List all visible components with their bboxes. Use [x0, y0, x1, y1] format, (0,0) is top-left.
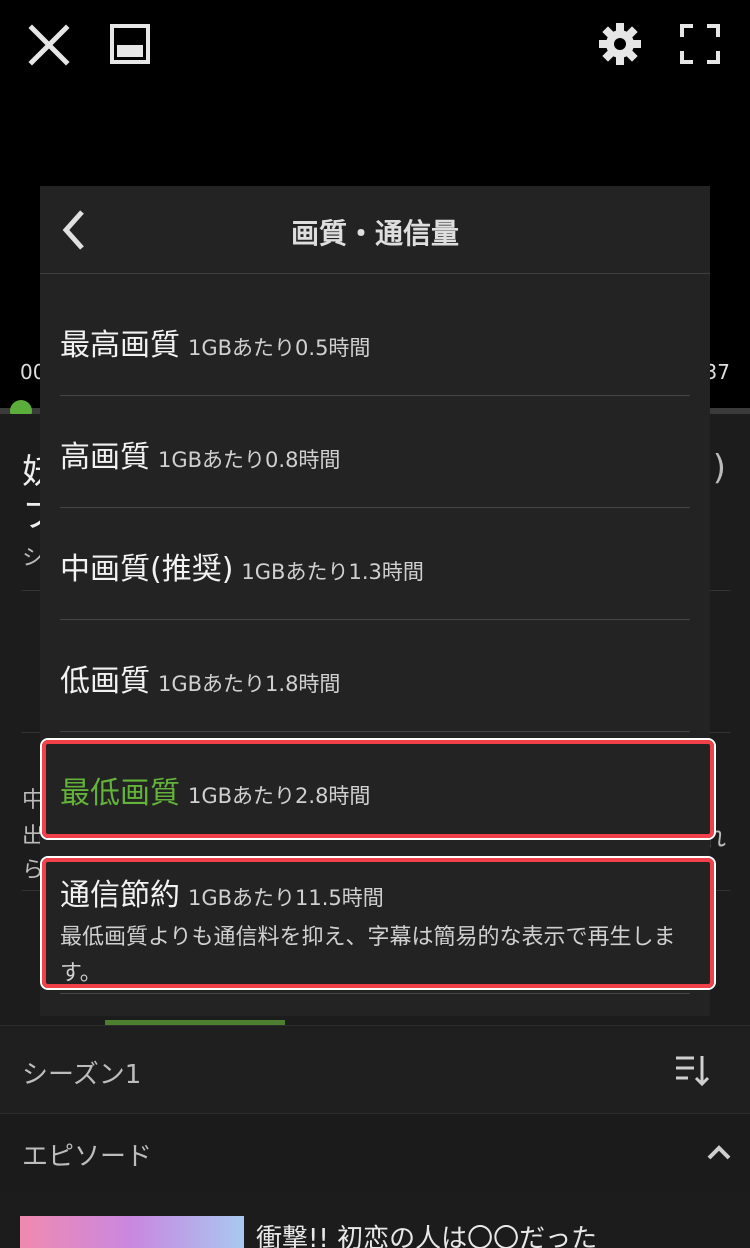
divider — [60, 507, 690, 508]
quality-option-low[interactable]: 低画質 1GBあたり1.8時間 — [60, 656, 690, 700]
option-label: 低画質 — [60, 664, 150, 699]
fullscreen-icon[interactable] — [678, 22, 722, 66]
quality-option-high[interactable]: 高画質 1GBあたり0.8時間 — [60, 432, 690, 476]
episode-title[interactable]: 衝撃!! 初恋の人は〇〇だった — [256, 1218, 597, 1248]
close-icon[interactable] — [26, 22, 72, 68]
right-fragment-1: ) — [712, 448, 726, 488]
season-label: シーズン1 — [22, 1060, 142, 1090]
highlight-box-data-saver — [42, 858, 714, 988]
panel-header: 画質・通信量 — [40, 186, 710, 274]
sort-icon[interactable] — [672, 1050, 712, 1094]
panel-title: 画質・通信量 — [290, 217, 459, 250]
option-label: 高画質 — [60, 440, 150, 475]
episode-label: エピソード — [22, 1142, 153, 1172]
option-detail: 1GBあたり1.3時間 — [241, 560, 424, 584]
quality-option-medium[interactable]: 中画質(推奨) 1GBあたり1.3時間 — [60, 544, 690, 588]
option-detail: 1GBあたり0.5時間 — [188, 336, 371, 360]
divider — [60, 619, 690, 620]
option-label: 最高画質 — [60, 328, 180, 363]
miniplayer-icon[interactable] — [108, 22, 152, 66]
option-label: 中画質(推奨) — [60, 552, 234, 587]
option-detail: 1GBあたり1.8時間 — [158, 672, 341, 696]
gear-icon[interactable] — [596, 20, 644, 68]
divider — [60, 993, 690, 994]
episode-section-header[interactable]: エピソード — [0, 1113, 750, 1193]
season-selector[interactable]: シーズン1 — [0, 1025, 750, 1113]
highlight-box-lowest — [42, 740, 714, 838]
option-detail: 1GBあたり0.8時間 — [158, 448, 341, 472]
chevron-up-icon[interactable] — [706, 1142, 732, 1166]
divider — [60, 731, 690, 732]
quality-option-highest[interactable]: 最高画質 1GBあたり0.5時間 — [60, 320, 690, 364]
divider — [60, 395, 690, 396]
episode-thumbnail[interactable] — [20, 1216, 244, 1248]
